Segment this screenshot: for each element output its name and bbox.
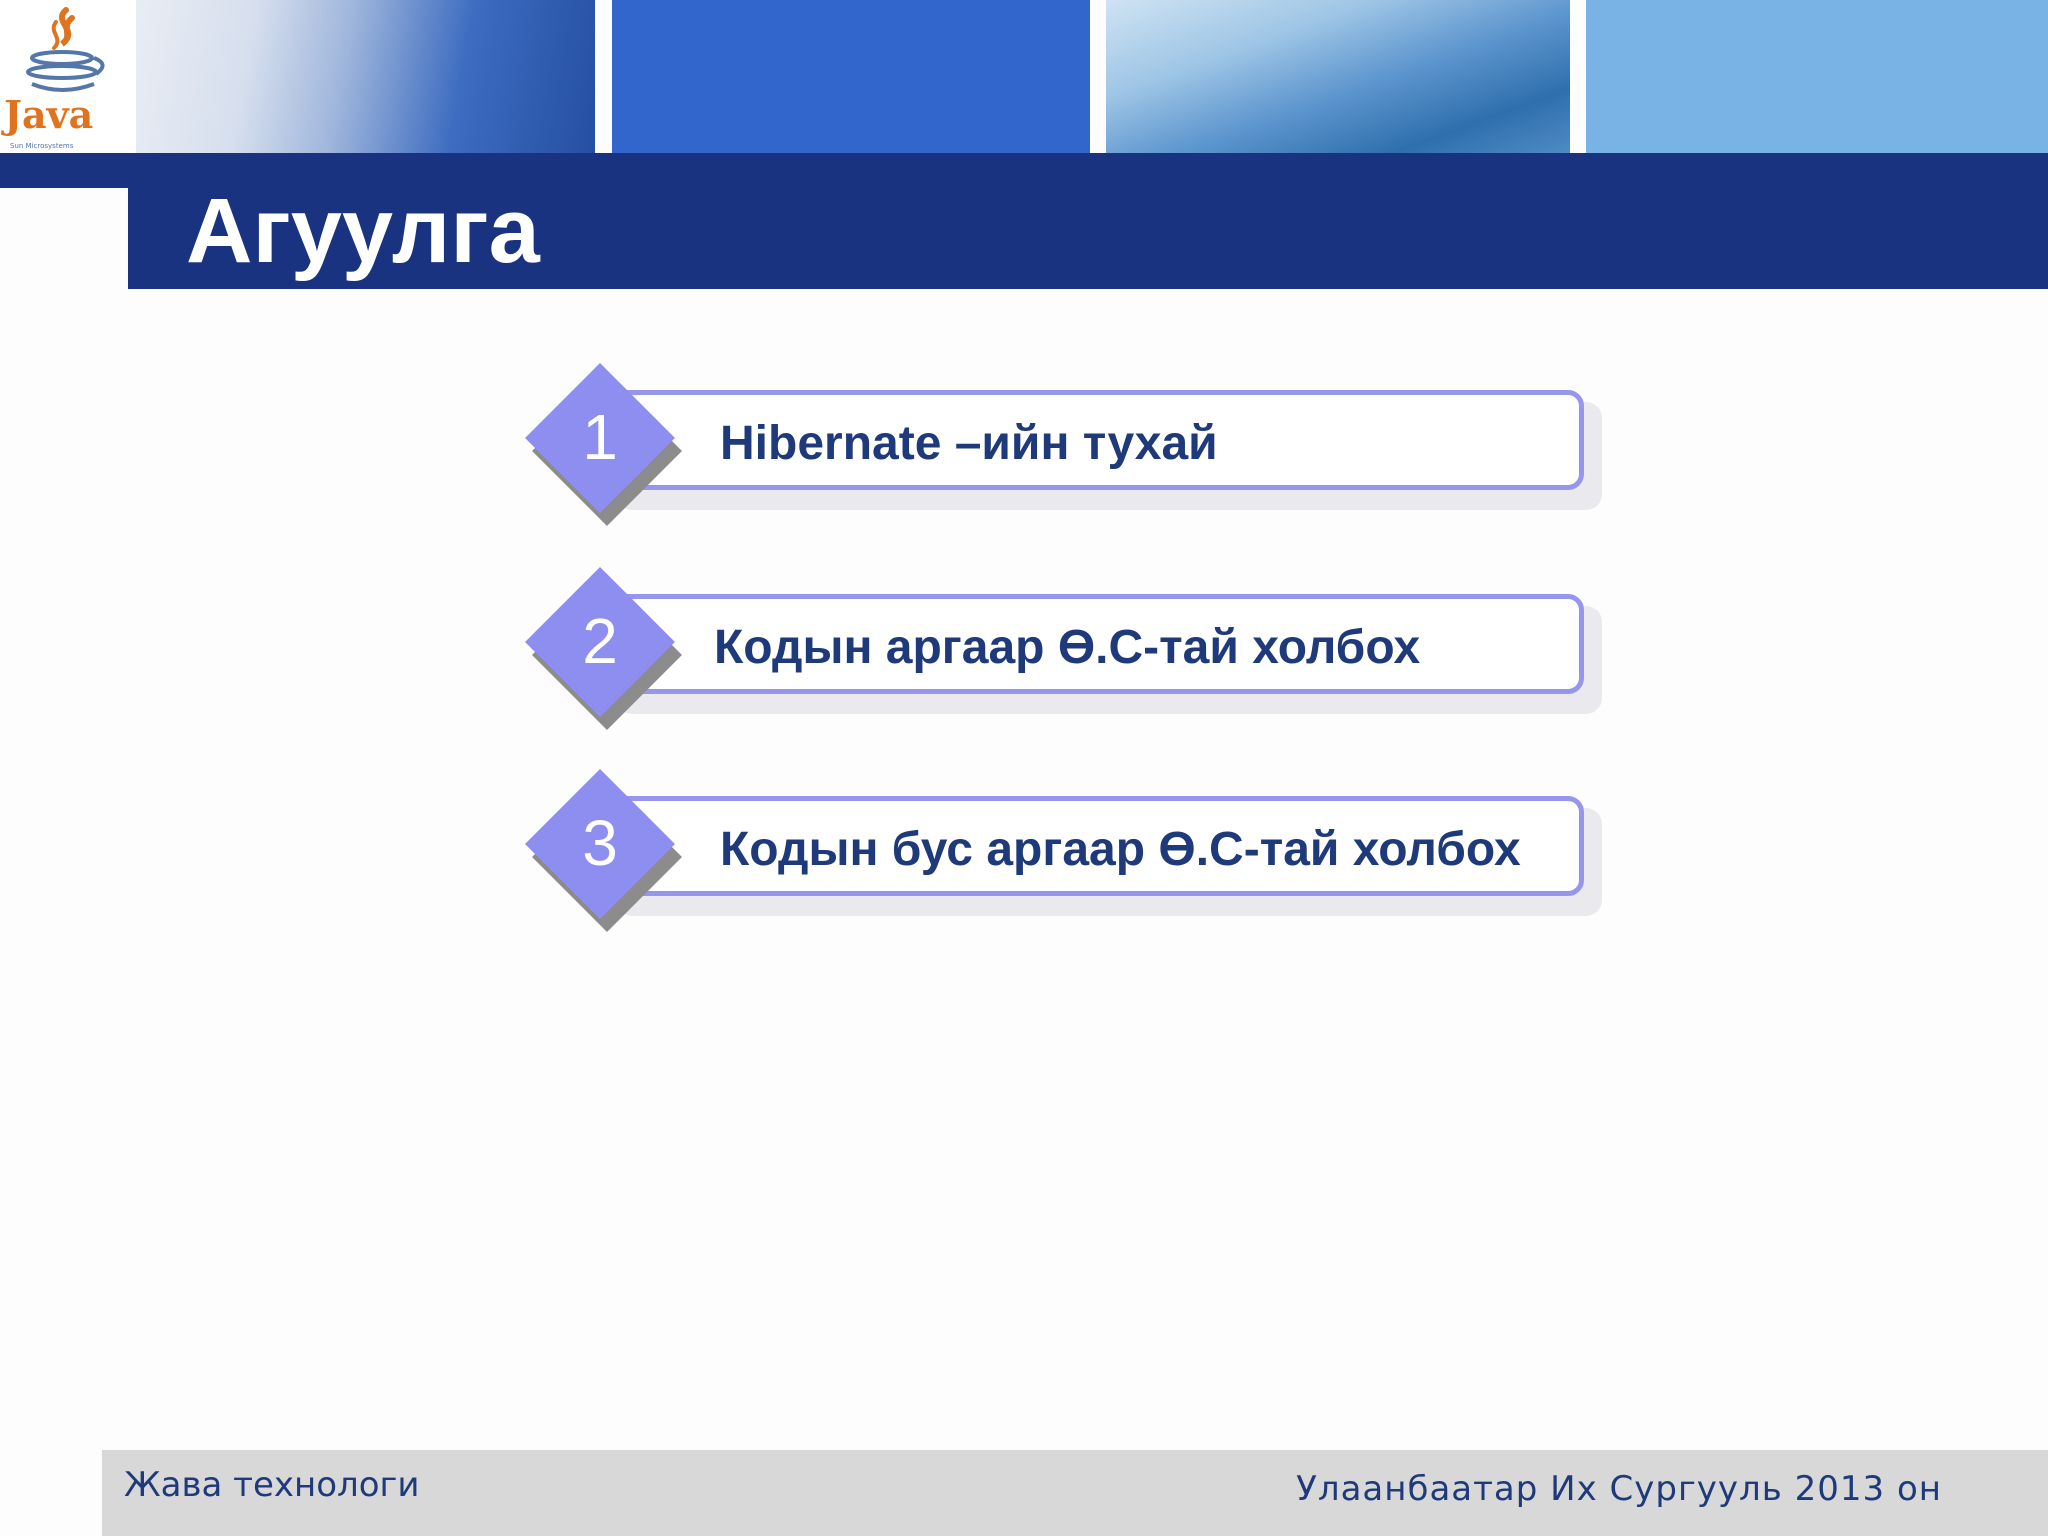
slide: Java Sun Microsystems Агуулга Hibernate … [0, 0, 2048, 1536]
footer-course-name: Жава технологи [124, 1465, 420, 1505]
agenda-item-number: 1 [582, 401, 618, 473]
agenda-item-number: 2 [582, 605, 618, 677]
java-logo-tagline: Sun Microsystems [10, 142, 74, 150]
title-notch [0, 188, 128, 289]
agenda-item-label: Кодын бус аргаар Ө.С-тай холбох [720, 823, 1521, 876]
footer-university-year: Улаанбаатар Их Сургууль 2013 он [1296, 1469, 1942, 1509]
banner-photo-hands [136, 0, 595, 153]
banner-photo-buildings [1106, 0, 1570, 153]
page-title: Агуулга [186, 180, 540, 282]
agenda-item-label: Hibernate –ийн тухай [720, 417, 1218, 470]
agenda-item: Кодын бус аргаар Ө.С-тай холбох 3 [525, 769, 1612, 934]
agenda-item-label: Кодын аргаар Ө.С-тай холбох [714, 621, 1421, 674]
agenda-item-number: 3 [582, 807, 618, 879]
banner-panel-blue [612, 0, 1090, 153]
agenda-item: Кодын аргаар Ө.С-тай холбох 2 [525, 567, 1612, 732]
agenda-item: Hibernate –ийн тухай 1 [525, 363, 1612, 528]
java-logo-text: Java [1, 92, 93, 137]
banner-panel-light [1586, 0, 2048, 153]
footer: Жава технологи Улаанбаатар Их Сургууль 2… [102, 1450, 2048, 1536]
java-logo-icon: Java Sun Microsystems [0, 0, 136, 153]
